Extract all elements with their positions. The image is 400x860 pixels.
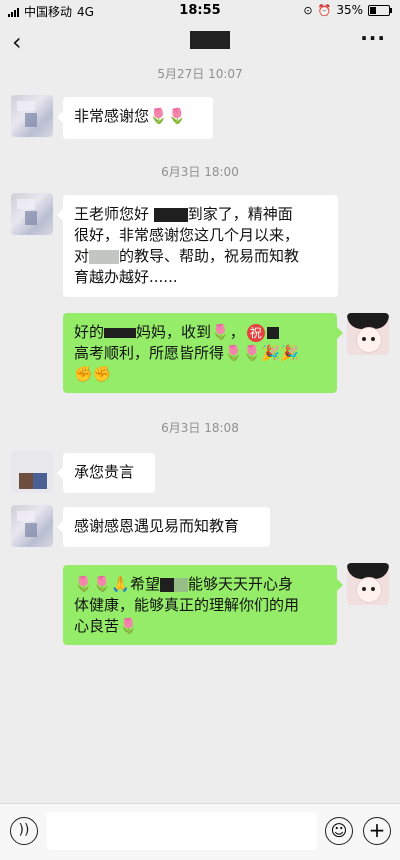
message-text: 承您贵言 (74, 463, 135, 481)
message-line: 王老师您好 到家了，精神面 (74, 204, 327, 225)
voice-icon: )) (18, 822, 30, 838)
message-line: 体健康，能够真正的理解你们的用 (74, 596, 300, 614)
message-line: 育越办越好...... (74, 268, 178, 286)
battery-icon (368, 4, 392, 16)
chat-header: ‹ ··· (0, 22, 400, 60)
battery-label: 35% (336, 3, 363, 17)
timestamp: 6月3日 18:08 (161, 421, 239, 435)
message-line: 对 的教导、帮助，祝易而知教 (74, 246, 327, 267)
message-line: 很好，非常感谢您这几个月以来， (74, 226, 300, 244)
avatar[interactable] (11, 95, 53, 137)
emoji-button[interactable]: ☺ (325, 817, 353, 845)
lock-rotation-icon: ⊙ (303, 3, 313, 17)
redacted-name (153, 207, 188, 222)
voice-button[interactable]: )) (10, 817, 38, 845)
timestamp: 6月3日 18:00 (161, 165, 239, 179)
status-right: ⊙ ⏰ 35% (303, 3, 392, 17)
message-text: 对 (74, 247, 90, 265)
message-text: 好的 (74, 323, 105, 341)
message-input[interactable] (47, 812, 317, 850)
avatar[interactable] (11, 193, 53, 235)
message-bubble[interactable]: 感谢感恩遇见易而知教育 (57, 507, 270, 547)
message-text: 王老师您好 (74, 205, 150, 223)
redacted-name (174, 577, 189, 592)
message-bubble[interactable]: 非常感谢您🌷🌷 (57, 97, 213, 139)
redacted-name (89, 249, 120, 264)
message-text: 到家了，精神面 (187, 205, 293, 223)
more-options-button[interactable]: ··· (360, 26, 386, 50)
message-bubble[interactable]: 王老师您好 到家了，精神面 很好，非常感谢您这几个月以来， 对 的教导、帮助，祝易… (57, 195, 338, 297)
message-bubble[interactable]: 承您贵言 (57, 453, 155, 493)
status-bar: 中国移动 4G 18:55 ⊙ ⏰ 35% (0, 0, 400, 22)
message-text: 的教导、帮助，祝易而知教 (119, 247, 300, 265)
more-actions-button[interactable]: + (363, 817, 391, 845)
message-line: 高考顺利，所愿皆所得🌷🌷🎉🎉 (74, 344, 299, 362)
avatar[interactable] (11, 505, 53, 547)
message-text: 感谢感恩遇见易而知教育 (74, 517, 240, 535)
chat-title-redacted (190, 31, 230, 49)
message-text: 非常感谢您🌷🌷 (74, 107, 187, 125)
zhu-badge: 祝 (246, 324, 265, 342)
emoji-icon: ☺ (330, 821, 348, 840)
message-line: 心良苦🌷 (74, 617, 138, 635)
input-bar: )) ☺ + (0, 803, 400, 860)
message-line: 🌷🌷🙏希望 能够天天开心身 (74, 574, 326, 595)
timestamp: 5月27日 10:07 (157, 67, 243, 81)
redacted-name (160, 577, 175, 592)
redacted-mark (266, 326, 279, 339)
message-text: 能够天天开心身 (188, 575, 294, 593)
redacted-name (104, 327, 137, 338)
message-text: 🌷🌷🙏希望 (74, 575, 161, 593)
message-bubble[interactable]: 🌷🌷🙏希望 能够天天开心身 体健康，能够真正的理解你们的用 心良苦🌷 (63, 565, 343, 645)
message-line: 好的 妈妈，收到🌷，祝 (74, 322, 326, 343)
back-button[interactable]: ‹ (12, 28, 22, 56)
chevron-left-icon: ‹ (12, 28, 22, 56)
avatar[interactable] (347, 563, 389, 605)
message-text: 妈妈，收到🌷， (136, 323, 245, 341)
message-line: ✊✊ (74, 365, 112, 383)
avatar[interactable] (347, 313, 389, 355)
alarm-icon: ⏰ (317, 3, 332, 17)
avatar[interactable] (11, 451, 53, 493)
plus-icon: + (368, 818, 386, 842)
message-bubble[interactable]: 好的 妈妈，收到🌷，祝 高考顺利，所愿皆所得🌷🌷🎉🎉 ✊✊ (63, 313, 343, 393)
